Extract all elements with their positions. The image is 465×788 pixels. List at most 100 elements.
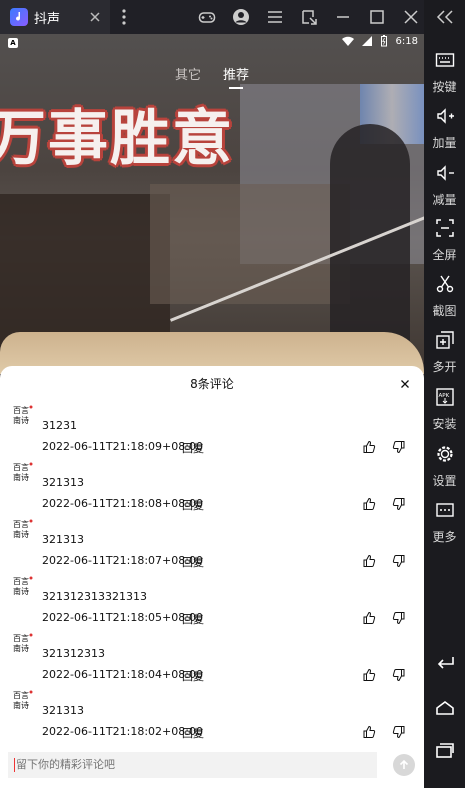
maximize-icon[interactable]: [360, 0, 394, 34]
sidebar-item-volume-up[interactable]: 加量: [424, 106, 465, 156]
account-icon[interactable]: [224, 0, 258, 34]
reply-button[interactable]: 回复: [182, 554, 204, 570]
close-icon[interactable]: [398, 377, 412, 391]
sidebar-item-multi-open[interactable]: 多开: [424, 330, 465, 380]
comment-text: 321312313321313: [42, 590, 147, 603]
thumbs-down-icon[interactable]: [392, 724, 406, 739]
avatar[interactable]: 百言 南诗: [12, 632, 34, 654]
app-tab[interactable]: 抖声: [0, 0, 110, 34]
sidebar-item-volume-down[interactable]: 减量: [424, 163, 465, 213]
volume-up-icon: [435, 106, 455, 130]
reply-button[interactable]: 回复: [182, 497, 204, 513]
back-icon[interactable]: [424, 650, 465, 674]
comment-text: 31231: [42, 419, 77, 432]
collapse-sidebar-icon[interactable]: [424, 0, 465, 34]
svg-text:百言: 百言: [13, 462, 29, 472]
thumbs-up-icon[interactable]: [362, 724, 376, 738]
kebab-menu-icon[interactable]: [114, 0, 134, 34]
comments-list: 百言 南诗 31231 2022-06-11T21:18:09+08:00 回复 百言 南诗…: [0, 400, 424, 742]
tab-close-icon[interactable]: [88, 10, 102, 24]
comment-item: 百言 南诗 321313 2022-06-11T21:18:07+08:00 回复: [0, 514, 424, 571]
reply-button[interactable]: 回复: [182, 668, 204, 684]
comment-input[interactable]: [8, 752, 377, 778]
thumbs-up-icon[interactable]: [362, 610, 376, 624]
comment-text: 321313: [42, 533, 84, 546]
thumbs-down-icon[interactable]: [392, 553, 406, 568]
reply-button[interactable]: 回复: [182, 725, 204, 741]
svg-text:百言: 百言: [13, 633, 29, 643]
scissors-icon: [435, 274, 455, 298]
comments-count-title: 8条评论: [190, 377, 234, 391]
thumbs-down-icon[interactable]: [392, 496, 406, 511]
comment-timestamp: 2022-06-11T21:18:07+08:00: [42, 554, 203, 567]
status-time: 6:18: [395, 35, 418, 47]
sidebar-item-label: 截图: [432, 304, 457, 318]
sidebar-item-more[interactable]: 更多: [424, 500, 465, 550]
window-close-icon[interactable]: [394, 0, 428, 34]
sidebar-item-keyboard[interactable]: 按键: [424, 50, 465, 100]
apk-install-icon: APK: [435, 387, 455, 411]
svg-text:百言: 百言: [13, 576, 29, 586]
signal-icon: [361, 36, 372, 46]
thumbs-up-icon[interactable]: [362, 439, 376, 453]
comment-item: 百言 南诗 31231 2022-06-11T21:18:09+08:00 回复: [0, 400, 424, 457]
sidebar-item-settings[interactable]: 设置: [424, 444, 465, 494]
sidebar-item-scissors[interactable]: 截图: [424, 274, 465, 324]
thumbs-down-icon[interactable]: [392, 667, 406, 682]
sidebar-item-label: 设置: [432, 474, 457, 488]
comment-text: 321312313: [42, 647, 105, 660]
emulator-window: 抖声 万事胜意 A 6:18 其它 推荐 8条评论 百言 南诗 31231 20…: [0, 0, 465, 788]
battery-icon: [380, 35, 387, 47]
recents-icon[interactable]: [424, 738, 465, 762]
avatar[interactable]: 百言 南诗: [12, 689, 34, 711]
emulator-sidebar: 按键加量减量全屏截图多开 APK 安装设置更多: [424, 0, 465, 788]
sidebar-item-apk-install[interactable]: APK 安装: [424, 387, 465, 437]
sidebar-item-label: 减量: [432, 193, 457, 207]
home-icon[interactable]: [424, 696, 465, 720]
comment-item: 百言 南诗 321313 2022-06-11T21:18:02+08:00 回复: [0, 685, 424, 742]
app-logo-icon: [10, 8, 28, 26]
comment-text: 321313: [42, 476, 84, 489]
thumbs-up-icon[interactable]: [362, 553, 376, 567]
minimize-icon[interactable]: [326, 0, 360, 34]
send-arrow-icon: [399, 759, 409, 769]
tab-other[interactable]: 其它: [175, 64, 201, 83]
avatar[interactable]: 百言 南诗: [12, 518, 34, 540]
video-player[interactable]: 万事胜意 A 6:18 其它 推荐: [0, 34, 424, 374]
phone-screen: 万事胜意 A 6:18 其它 推荐 8条评论 百言 南诗 31231 2022-06-…: [0, 34, 424, 788]
sidebar-item-label: 全屏: [432, 248, 457, 262]
svg-text:APK: APK: [438, 393, 449, 399]
window-switch-icon[interactable]: [292, 0, 326, 34]
avatar[interactable]: 百言 南诗: [12, 461, 34, 483]
comment-item: 百言 南诗 321312313 2022-06-11T21:18:04+08:00 回复: [0, 628, 424, 685]
reply-button[interactable]: 回复: [182, 440, 204, 456]
menu-icon[interactable]: [258, 0, 292, 34]
title-bar: 抖声: [0, 0, 465, 34]
feed-tabs: 其它 推荐: [0, 64, 424, 89]
svg-text:南诗: 南诗: [13, 415, 29, 425]
gamepad-icon[interactable]: [190, 0, 224, 34]
thumbs-up-icon[interactable]: [362, 667, 376, 681]
sidebar-item-label: 加量: [432, 136, 457, 150]
svg-text:百言: 百言: [13, 690, 29, 700]
volume-down-icon: [435, 163, 455, 187]
sidebar-item-fullscreen[interactable]: 全屏: [424, 218, 465, 268]
video-caption: 万事胜意: [0, 104, 234, 174]
reply-button[interactable]: 回复: [182, 611, 204, 627]
settings-icon: [435, 444, 455, 468]
comment-timestamp: 2022-06-11T21:18:08+08:00: [42, 497, 203, 510]
avatar[interactable]: 百言 南诗: [12, 575, 34, 597]
svg-text:南诗: 南诗: [13, 472, 29, 482]
thumbs-down-icon[interactable]: [392, 439, 406, 454]
tab-recommended[interactable]: 推荐: [223, 64, 249, 89]
comment-text: 321313: [42, 704, 84, 717]
comment-timestamp: 2022-06-11T21:18:04+08:00: [42, 668, 203, 681]
comment-timestamp: 2022-06-11T21:18:02+08:00: [42, 725, 203, 738]
avatar[interactable]: 百言 南诗: [12, 404, 34, 426]
send-button[interactable]: [393, 754, 415, 776]
sidebar-item-label: 安装: [432, 417, 457, 431]
thumbs-up-icon[interactable]: [362, 496, 376, 510]
thumbs-down-icon[interactable]: [392, 610, 406, 625]
comments-sheet: 8条评论 百言 南诗 31231 2022-06-11T21:18:09+08:00 回…: [0, 366, 424, 788]
svg-text:南诗: 南诗: [13, 586, 29, 596]
